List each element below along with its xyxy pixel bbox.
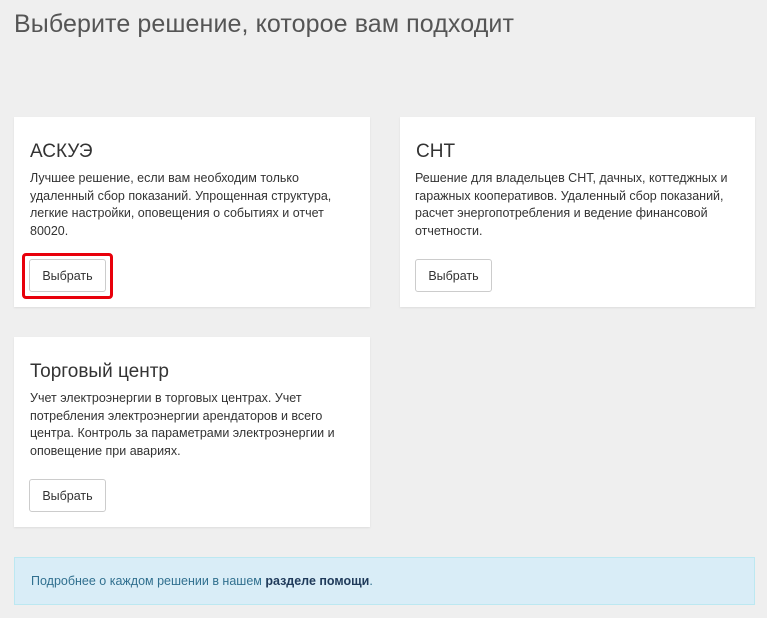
- card-title: СНТ: [416, 141, 456, 162]
- card-askue: АСКУЭ Лучшее решение, если вам необходим…: [14, 117, 370, 307]
- card-mall: Торговый центр Учет электроэнергии в тор…: [14, 337, 370, 527]
- select-snt-button[interactable]: Выбрать: [415, 259, 492, 292]
- info-prefix: Подробнее о каждом решении в нашем: [31, 574, 266, 588]
- desc-line: Решение для владельцев СНТ, дачных, котт…: [415, 171, 728, 185]
- info-suffix: .: [369, 574, 373, 588]
- desc-line: оповещение при авариях.: [30, 443, 181, 458]
- select-askue-button[interactable]: Выбрать: [29, 259, 106, 292]
- desc-line: потребления электроэнергии арендаторов и…: [30, 408, 323, 423]
- card-description: Лучшее решение, если вам необходим тольк…: [30, 170, 331, 240]
- desc-line: легкие настройки, оповещения о событиях …: [30, 206, 324, 220]
- card-description: Решение для владельцев СНТ, дачных, котт…: [415, 170, 728, 240]
- desc-line: расчет энергопотребления и ведение финан…: [415, 206, 708, 220]
- card-snt: СНТ Решение для владельцев СНТ, дачных, …: [400, 117, 755, 307]
- card-title: Торговый центр: [30, 361, 169, 382]
- desc-line: гаражных кооперативов. Удаленный сбор по…: [415, 188, 724, 203]
- info-text: Подробнее о каждом решении в нашем разде…: [31, 574, 373, 588]
- info-alert: Подробнее о каждом решении в нашем разде…: [14, 557, 755, 605]
- desc-line: Учет электроэнергии в торговых центрах. …: [30, 391, 302, 405]
- desc-line: 80020.: [30, 223, 69, 238]
- card-description: Учет электроэнергии в торговых центрах. …: [30, 390, 335, 460]
- card-title: АСКУЭ: [30, 141, 93, 162]
- help-section-link[interactable]: разделе помощи: [265, 574, 369, 588]
- select-mall-button[interactable]: Выбрать: [29, 479, 106, 512]
- desc-line: удаленный сбор показаний. Упрощенная стр…: [30, 188, 332, 203]
- desc-line: Лучшее решение, если вам необходим тольк…: [30, 171, 299, 185]
- page-title: Выберите решение, которое вам подходит: [14, 10, 515, 38]
- desc-line: центра. Контроль за параметрами электроэ…: [30, 426, 335, 440]
- desc-line: отчетности.: [415, 223, 483, 238]
